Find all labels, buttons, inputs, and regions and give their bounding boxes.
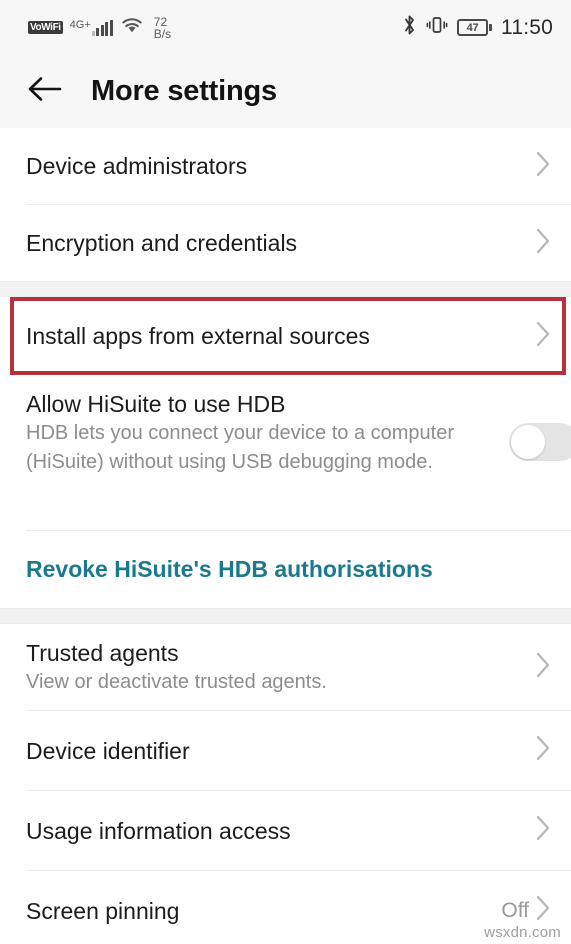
revoke-hisuite-authorisations-link[interactable]: Revoke HiSuite's HDB authorisations: [0, 531, 571, 608]
chevron-right-icon: [535, 227, 551, 260]
settings-section-2: Install apps from external sources: [0, 297, 571, 375]
watermark-label: wsxdn.com: [484, 924, 561, 941]
battery-icon: 47: [457, 19, 492, 36]
hdb-toggle-switch[interactable]: [509, 423, 571, 461]
row-label: Encryption and credentials: [26, 230, 298, 256]
data-speed-unit: B/s: [153, 26, 172, 41]
chevron-right-icon: [535, 734, 551, 767]
signal-bars-icon: 4G+: [69, 18, 113, 36]
row-label: Device administrators: [26, 153, 248, 179]
settings-row-allow-hisuite-to-use-hdb[interactable]: Allow HiSuite to use HDB HDB lets you co…: [0, 375, 571, 530]
section-gap: [0, 608, 571, 624]
settings-row-install-apps-from-external-sources[interactable]: Install apps from external sources: [0, 297, 571, 375]
status-bar-right: 47 11:50: [402, 14, 553, 41]
vibrate-icon: [426, 14, 448, 41]
settings-section-1: Device administrators Encryption and cre…: [0, 128, 571, 281]
battery-percent-label: 47: [466, 21, 479, 34]
settings-row-device-identifier[interactable]: Device identifier: [0, 711, 571, 790]
settings-row-trusted-agents[interactable]: Trusted agents View or deactivate truste…: [0, 624, 571, 710]
settings-row-usage-information-access[interactable]: Usage information access: [0, 791, 571, 870]
chevron-right-icon: [535, 894, 551, 927]
chevron-right-icon: [535, 814, 551, 847]
row-label: Device identifier: [26, 737, 190, 764]
settings-row-device-administrators[interactable]: Device administrators: [0, 128, 571, 204]
app-header: More settings: [0, 55, 571, 128]
row-label: Allow HiSuite to use HDB: [26, 391, 286, 417]
section-gap: [0, 281, 571, 297]
toggle-knob: [511, 425, 545, 459]
settings-row-encryption-and-credentials[interactable]: Encryption and credentials: [0, 205, 571, 281]
settings-section-3: Allow HiSuite to use HDB HDB lets you co…: [0, 375, 571, 608]
row-sublabel: View or deactivate trusted agents.: [26, 670, 327, 693]
vowifi-icon: VoWiFi: [28, 21, 63, 34]
network-type-label: 4G+: [69, 18, 91, 31]
chevron-right-icon: [535, 651, 551, 684]
bluetooth-icon: [402, 14, 417, 41]
row-value: Off: [501, 898, 529, 922]
row-label: Install apps from external sources: [26, 323, 370, 349]
phone-screen: VoWiFi 4G+ 72 B/s 47 11:50 More settings…: [0, 0, 571, 944]
row-label: Screen pinning: [26, 897, 180, 924]
link-label: Revoke HiSuite's HDB authorisations: [26, 556, 433, 582]
row-label: Trusted agents: [26, 639, 179, 666]
status-bar-left: VoWiFi 4G+ 72 B/s: [28, 16, 171, 40]
row-sublabel: HDB lets you connect your device to a co…: [26, 422, 454, 473]
clock-label: 11:50: [501, 15, 553, 39]
status-bar: VoWiFi 4G+ 72 B/s 47 11:50: [0, 0, 571, 55]
page-title: More settings: [91, 75, 277, 107]
wifi-icon: [120, 16, 144, 39]
row-label: Usage information access: [26, 817, 291, 844]
data-speed-indicator: 72 B/s: [154, 16, 171, 40]
back-arrow-icon[interactable]: [26, 75, 64, 108]
data-speed-value: 72: [153, 14, 168, 29]
chevron-right-icon: [535, 320, 551, 353]
signal-strength-bars: [91, 19, 113, 36]
chevron-right-icon: [535, 150, 551, 183]
settings-section-4: Trusted agents View or deactivate truste…: [0, 624, 571, 944]
